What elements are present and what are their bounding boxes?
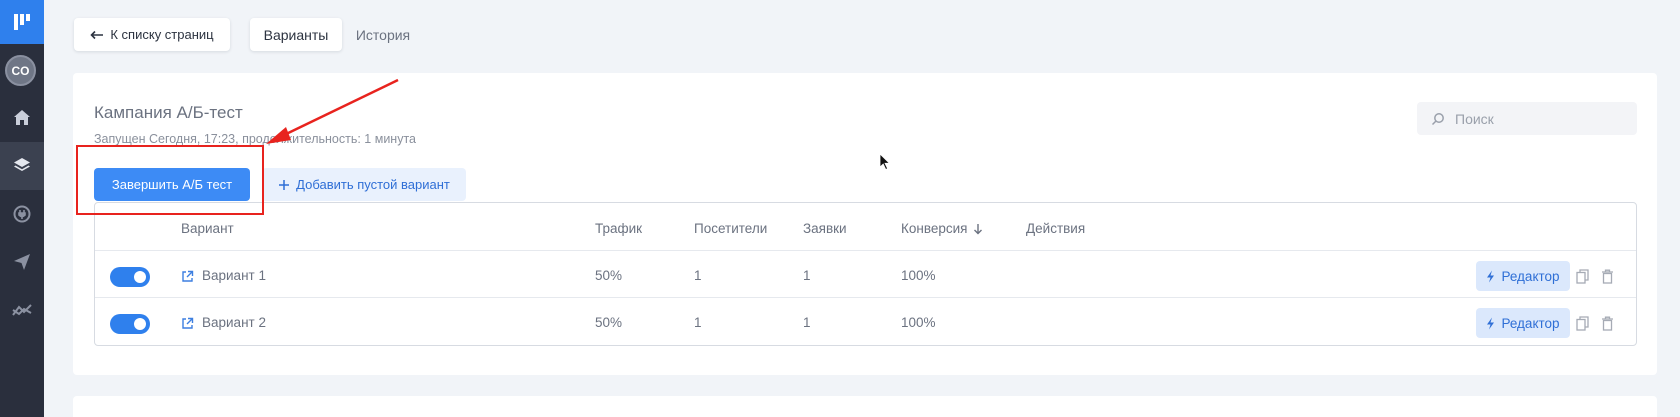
analytics-icon (12, 304, 32, 316)
mouse-cursor-icon (879, 153, 891, 171)
variant-2-visitors: 1 (694, 315, 702, 330)
editor-label: Редактор (1501, 315, 1560, 331)
variant-1-name[interactable]: Вариант 1 (202, 268, 266, 283)
trash-icon[interactable] (1599, 314, 1615, 332)
external-link-icon[interactable] (180, 269, 194, 283)
variant-1-traffic: 50% (595, 268, 623, 283)
home-icon (14, 110, 30, 125)
send-icon (14, 254, 30, 270)
sidebar-item-send[interactable] (0, 238, 44, 286)
variant-2-name[interactable]: Вариант 2 (202, 315, 266, 330)
secondary-card (73, 396, 1657, 417)
sidebar: CO (0, 0, 44, 417)
sidebar-item-home[interactable] (0, 94, 44, 142)
variant-1-visitors: 1 (694, 268, 702, 283)
variant-1-conversion: 100% (901, 268, 936, 283)
sidebar-item-integrations[interactable] (0, 190, 44, 238)
search-icon (1431, 112, 1444, 125)
logo-icon (14, 14, 30, 30)
variant-2-toggle[interactable] (110, 314, 150, 334)
logo[interactable] (0, 0, 44, 44)
back-label: К списку страниц (110, 27, 214, 42)
variants-table: Вариант Трафик Посетители Заявки Конверс… (94, 202, 1637, 346)
variant-2-traffic: 50% (595, 315, 623, 330)
row-divider (95, 250, 1636, 251)
header-visitors: Посетители (694, 221, 768, 236)
add-variant-label: Добавить пустой вариант (296, 177, 450, 192)
header-actions: Действия (1026, 221, 1086, 236)
header-leads: Заявки (803, 221, 847, 236)
tab-history[interactable]: История (352, 18, 414, 51)
trash-icon[interactable] (1599, 267, 1615, 285)
campaign-title: Кампания А/Б-тест (94, 103, 243, 122)
variant-2-leads: 1 (803, 315, 811, 330)
external-link-icon[interactable] (180, 316, 194, 330)
header-conversion[interactable]: Конверсия (901, 221, 983, 236)
search-box[interactable] (1417, 102, 1637, 135)
arrow-left-icon (90, 30, 104, 39)
plus-icon (279, 179, 290, 190)
sidebar-item-analytics[interactable] (0, 286, 44, 334)
search-input[interactable] (1455, 110, 1625, 127)
plug-icon (13, 205, 31, 223)
lightning-icon (1487, 317, 1495, 329)
variant-1-toggle[interactable] (110, 267, 150, 287)
add-empty-variant-button[interactable]: Добавить пустой вариант (262, 168, 466, 201)
variant-2-editor-button[interactable]: Редактор (1476, 308, 1570, 338)
variant-1-leads: 1 (803, 268, 811, 283)
copy-icon[interactable] (1574, 267, 1590, 285)
editor-label: Редактор (1501, 268, 1560, 284)
lightning-icon (1487, 270, 1495, 282)
variant-1-editor-button[interactable]: Редактор (1476, 261, 1570, 291)
layers-icon (14, 158, 30, 171)
row-divider (95, 297, 1636, 298)
copy-icon[interactable] (1574, 314, 1590, 332)
sidebar-item-pages[interactable] (0, 142, 44, 190)
header-conversion-label: Конверсия (901, 221, 968, 236)
tab-variants[interactable]: Варианты (250, 18, 342, 51)
header-variant: Вариант (181, 221, 234, 236)
variant-2-conversion: 100% (901, 315, 936, 330)
avatar[interactable]: CO (5, 55, 36, 86)
back-to-pages-button[interactable]: К списку страниц (74, 18, 230, 51)
header-traffic: Трафик (595, 221, 643, 236)
sort-down-icon (974, 223, 983, 234)
finish-ab-test-button[interactable]: Завершить А/Б тест (94, 168, 250, 201)
campaign-subtitle: Запущен Сегодня, 17:23, продолжительност… (94, 132, 416, 146)
